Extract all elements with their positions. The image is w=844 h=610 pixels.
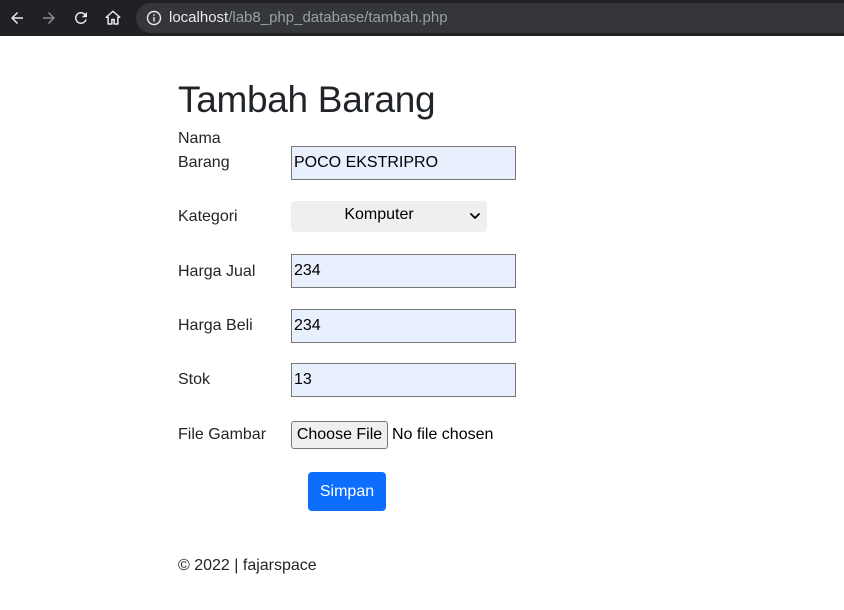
page-title: Tambah Barang xyxy=(178,79,436,120)
url-path: /lab8_php_database/tambah.php xyxy=(228,9,448,26)
kategori-select[interactable]: Komputer xyxy=(291,201,487,232)
arrow-left-icon xyxy=(11,12,23,24)
kategori-label: Kategori xyxy=(178,208,238,225)
harga-jual-label: Harga Jual xyxy=(178,263,256,280)
home-button[interactable] xyxy=(102,7,124,29)
arrow-right-icon xyxy=(43,12,55,24)
reload-icon xyxy=(74,11,87,24)
stok-input[interactable] xyxy=(291,363,516,397)
nama-barang-input[interactable] xyxy=(291,146,516,180)
stok-label: Stok xyxy=(178,371,211,388)
home-icon xyxy=(105,10,121,25)
file-status-text: No file chosen xyxy=(392,426,494,443)
simpan-button[interactable]: Simpan xyxy=(308,472,386,511)
harga-jual-input[interactable] xyxy=(291,254,516,288)
harga-beli-input[interactable] xyxy=(291,309,516,343)
url-text: localhost/lab8_php_database/tambah.php xyxy=(169,9,448,27)
nama-barang-label: Nama Barang xyxy=(178,130,230,171)
chevron-down-icon xyxy=(470,213,480,219)
browser-toolbar: localhost/lab8_php_database/tambah.php xyxy=(0,0,844,36)
forward-button[interactable] xyxy=(38,7,60,29)
url-host: localhost xyxy=(169,9,229,26)
kategori-selected-value: Komputer xyxy=(344,206,414,223)
choose-file-button[interactable]: Choose File xyxy=(291,421,388,449)
info-icon[interactable] xyxy=(146,10,162,26)
harga-beli-label: Harga Beli xyxy=(178,317,253,334)
footer-text: © 2022 | fajarspace xyxy=(178,557,317,574)
address-bar[interactable]: localhost/lab8_php_database/tambah.php xyxy=(136,3,844,33)
reload-button[interactable] xyxy=(70,7,92,29)
file-gambar-label: File Gambar xyxy=(178,426,267,443)
back-button[interactable] xyxy=(6,7,28,29)
